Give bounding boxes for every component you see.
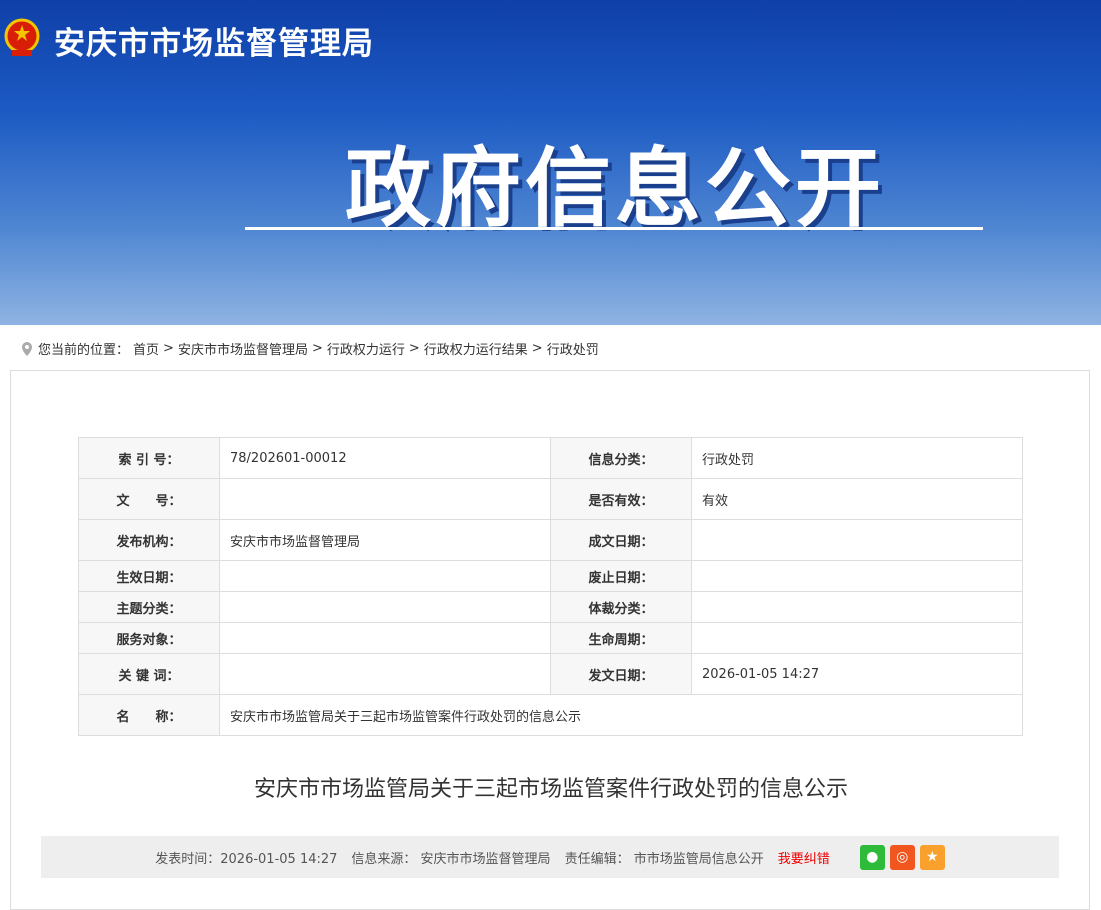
breadcrumb-home[interactable]: 首页: [133, 339, 159, 358]
weibo-share-icon[interactable]: ◎: [889, 844, 915, 870]
meta-table: 索 引 号： 78/202601-00012 信息分类： 行政处罚文 号： 是否有效：有…: [78, 437, 1023, 736]
breadcrumb-item[interactable]: 安庆市市场监督管理局: [178, 339, 308, 358]
editor: 责任编辑： 市市场监管局信息公开: [564, 851, 764, 867]
meta-value: [219, 622, 551, 654]
location-pin-icon: [22, 341, 32, 356]
article-info-bar: 发表时间：2026-01-05 14:27 信息来源： 安庆市市场监督管理局 责…: [41, 836, 1059, 878]
national-emblem-icon: [4, 18, 40, 56]
breadcrumb-item[interactable]: 行政处罚: [547, 339, 599, 358]
meta-label: 名 称：: [78, 694, 220, 736]
meta-label: 成文日期：: [550, 519, 692, 561]
meta-value: 78/202601-00012: [219, 437, 551, 479]
breadcrumb: 您当前的位置： 首页 > 安庆市市场监督管理局 > 行政权力运行 > 行政权力运行结果…: [20, 339, 599, 358]
meta-value: [219, 560, 551, 592]
meta-row: 关 键 词： 发文日期： 2026-01-05 14:27: [78, 653, 1023, 695]
report-error-link[interactable]: 我要纠错: [778, 848, 830, 867]
meta-value: 有效: [691, 478, 1023, 520]
meta-value: [219, 653, 551, 695]
breadcrumb-sep: >: [531, 341, 543, 356]
breadcrumb-prefix: 您当前的位置：: [38, 343, 130, 358]
meta-value: [691, 560, 1023, 592]
meta-row: 服务对象： 生命周期：: [78, 622, 1023, 654]
meta-label: 废止日期：: [550, 560, 692, 592]
content-box: 索 引 号： 78/202601-00012 信息分类： 行政处罚文 号： 是否有效：有…: [10, 370, 1090, 910]
meta-row: 发布机构： 安庆市市场监督管理局 成文日期：: [78, 519, 1023, 561]
meta-row: 索 引 号： 78/202601-00012 信息分类： 行政处罚: [78, 437, 1023, 479]
meta-value: 2026-01-05 14:27: [691, 653, 1023, 695]
meta-value: [691, 622, 1023, 654]
meta-value: [691, 519, 1023, 561]
meta-value: 安庆市市场监督管理局: [219, 519, 551, 561]
meta-value: [219, 591, 551, 623]
meta-row: 名 称： 安庆市市场监管局关于三起市场监管案件行政处罚的信息公示: [78, 694, 1023, 736]
meta-label: 生效日期：: [78, 560, 220, 592]
favorite-icon[interactable]: ★: [919, 844, 945, 870]
article-title: 安庆市市场监管局关于三起市场监管案件行政处罚的信息公示: [253, 777, 848, 802]
site-name[interactable]: 安庆市市场监督管理局: [54, 18, 374, 63]
breadcrumb-sep: >: [311, 341, 323, 356]
meta-row: 主题分类： 体裁分类：: [78, 591, 1023, 623]
meta-label: 信息分类：: [550, 437, 692, 479]
meta-row: 文 号： 是否有效： 有效: [78, 478, 1023, 520]
breadcrumb-sep: >: [163, 341, 174, 356]
banner-divider: [245, 227, 983, 230]
banner-title: 政府信息公开: [345, 139, 885, 239]
meta-label: 文 号：: [78, 478, 220, 520]
meta-label: 索 引 号：: [78, 437, 220, 479]
breadcrumb-item[interactable]: 行政权力运行: [327, 339, 405, 358]
meta-value: 行政处罚: [691, 437, 1023, 479]
meta-label: 体裁分类：: [550, 591, 692, 623]
meta-label: 主题分类：: [78, 591, 220, 623]
breadcrumb-sep: >: [408, 341, 420, 356]
meta-label: 发布机构：: [78, 519, 220, 561]
meta-label: 是否有效：: [550, 478, 692, 520]
meta-label: 服务对象：: [78, 622, 220, 654]
meta-value: [219, 478, 551, 520]
meta-row: 生效日期： 废止日期：: [78, 560, 1023, 592]
meta-label: 发文日期：: [550, 653, 692, 695]
publish-time: 发表时间：2026-01-05 14:27: [155, 851, 338, 867]
meta-label: 关 键 词：: [78, 653, 220, 695]
info-source: 信息来源： 安庆市市场监督管理局: [351, 851, 551, 867]
meta-label: 生命周期：: [550, 622, 692, 654]
wechat-share-icon[interactable]: ●: [859, 844, 885, 870]
banner: 安庆市市场监督管理局 政府信息公开: [0, 0, 1101, 325]
breadcrumb-item[interactable]: 行政权力运行结果: [424, 339, 528, 358]
meta-value: 安庆市市场监管局关于三起市场监管案件行政处罚的信息公示: [219, 694, 1023, 736]
meta-value: [691, 591, 1023, 623]
